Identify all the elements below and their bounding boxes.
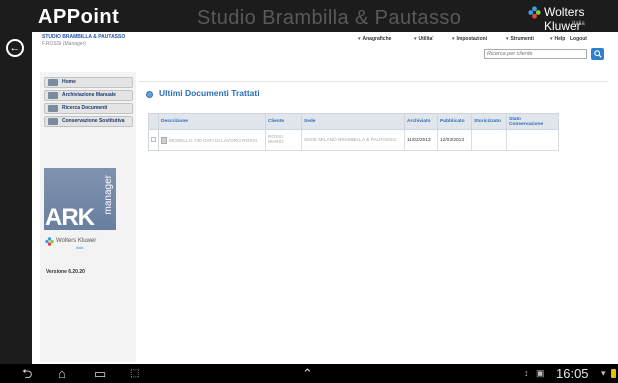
column-header-sede[interactable]: Sede [301,113,405,130]
system-nav-bar: ⮌ ⌂ ▭ ⬚ ⌃ ↕ ▣ 16:05 ▾ [0,364,618,383]
brand-name: Wolters Kluwer Italia [544,5,618,33]
menu-strumenti[interactable]: Strumenti [506,36,534,42]
search-documents-icon [48,105,58,112]
column-header-pubblicato[interactable]: Pubblicato [437,113,472,130]
back-icon[interactable]: ⮌ [22,365,32,382]
sidebar-item-label: Conservazione Sostitutiva [62,118,125,124]
sidebar-item-conservazione[interactable]: Conservazione Sostitutiva [44,116,133,127]
battery-icon [611,369,616,378]
folder-icon [48,118,58,125]
brand-label: Wolters Kluwer [544,5,585,33]
search-button[interactable] [591,48,604,60]
screenshot-icon[interactable]: ⬚ [130,365,139,382]
archive-icon [48,92,58,99]
cell-descrizione-text: MODELLO 730 DATI DI LAVORO ROSSI [169,138,258,144]
image-icon: ▣ [536,368,545,378]
wolters-kluwer-logo-icon [528,6,541,19]
sidebar-item-ricerca[interactable]: Ricerca Documenti [44,103,133,114]
wifi-icon: ▾ [601,368,606,378]
recent-apps-icon[interactable]: ▭ [94,365,106,382]
sidebar-item-label: Archiviazione Manuale [62,92,116,98]
ark-manager-logo: ARK manager [44,168,116,230]
menu-help[interactable]: Help [550,36,566,42]
checkbox-icon[interactable] [151,136,156,142]
sidebar-item-label: Ricerca Documenti [62,105,108,111]
top-bar: APPoint Studio Brambilla & Pautasso Wolt… [0,0,618,33]
sidebar-item-label: Home [62,79,76,85]
menu-impostazioni[interactable]: Impostazioni [452,36,488,42]
search-icon [593,50,602,58]
cell-stato [506,129,559,151]
app-logo: APPoint [38,6,120,28]
firm-info: STUDIO BRAMBILLA & PAUTASSO F.ROSSI (Man… [42,34,125,48]
cell-sede: SEDE MILANO BRAMBILLA & PAUTASSO [301,129,405,151]
status-clock: 16:05 [556,366,589,381]
home-button-icon[interactable]: ⌂ [58,365,66,382]
column-header-descrizione[interactable]: Descrizione [158,113,266,130]
wolters-kluwer-logo-icon [45,237,54,246]
left-strip [0,32,32,364]
cell-storicizzato [471,129,507,151]
back-arrow-icon[interactable]: ← [6,39,24,57]
table-header-row: Descrizione Cliente Sede Archiviato Pubb… [148,113,559,130]
column-header-stato-conservazione[interactable]: Stato Conservazione [506,113,559,130]
column-header-cliente[interactable]: Cliente [265,113,302,130]
cell-descrizione[interactable]: MODELLO 730 DATI DI LAVORO ROSSI [158,129,266,151]
sidebar-item-archiviazione[interactable]: Archiviazione Manuale [44,90,133,101]
sidebar-item-home[interactable]: Home [44,77,133,88]
menu-utilita[interactable]: Utilita' [414,36,434,42]
ark-logo-text: ARK [45,204,95,231]
logout-link[interactable]: Logout [570,36,587,42]
main-content: STUDIO BRAMBILLA & PAUTASSO F.ROSSI (Man… [32,32,618,364]
version-label: Versione 6.20.20 [46,269,85,275]
table-row[interactable]: MODELLO 730 DATI DI LAVORO ROSSI ROSSI M… [148,129,559,151]
column-header-archiviato[interactable]: Archiviato [404,113,438,130]
usb-icon: ↕ [524,368,529,378]
column-header-select [148,113,159,130]
studio-title: Studio Brambilla & Pautasso [197,7,462,29]
row-select[interactable] [148,129,159,151]
chevron-up-icon[interactable]: ⌃ [302,365,313,382]
column-header-storicizzato[interactable]: Storicizzato [471,113,507,130]
sidebar: Home Archiviazione Manuale Ricerca Docum… [40,72,136,362]
documents-table: Descrizione Cliente Sede Archiviato Pubb… [148,113,559,151]
search-input[interactable] [484,49,587,59]
cell-cliente: ROSSI MARIO [265,129,302,151]
home-icon [48,79,58,86]
divider [138,81,608,82]
sidebar-brand: Wolters Kluwer [56,238,97,244]
cell-archiviato: 11/02/2013 [404,129,438,151]
firm-user: F.ROSSI (Manager) [42,41,86,47]
cell-pubblicato: 12/03/2013 [437,129,472,151]
section-title: Ultimi Documenti Trattati [159,88,260,98]
manager-logo-text: manager [103,175,114,215]
brand-subtitle: Italia [572,21,585,27]
bullet-icon [146,91,153,98]
sidebar-brand-subtitle: Italia [76,246,84,250]
document-icon [161,136,167,144]
firm-name: STUDIO BRAMBILLA & PAUTASSO [42,34,126,40]
menu-anagrafiche[interactable]: Anagrafiche [358,36,392,42]
